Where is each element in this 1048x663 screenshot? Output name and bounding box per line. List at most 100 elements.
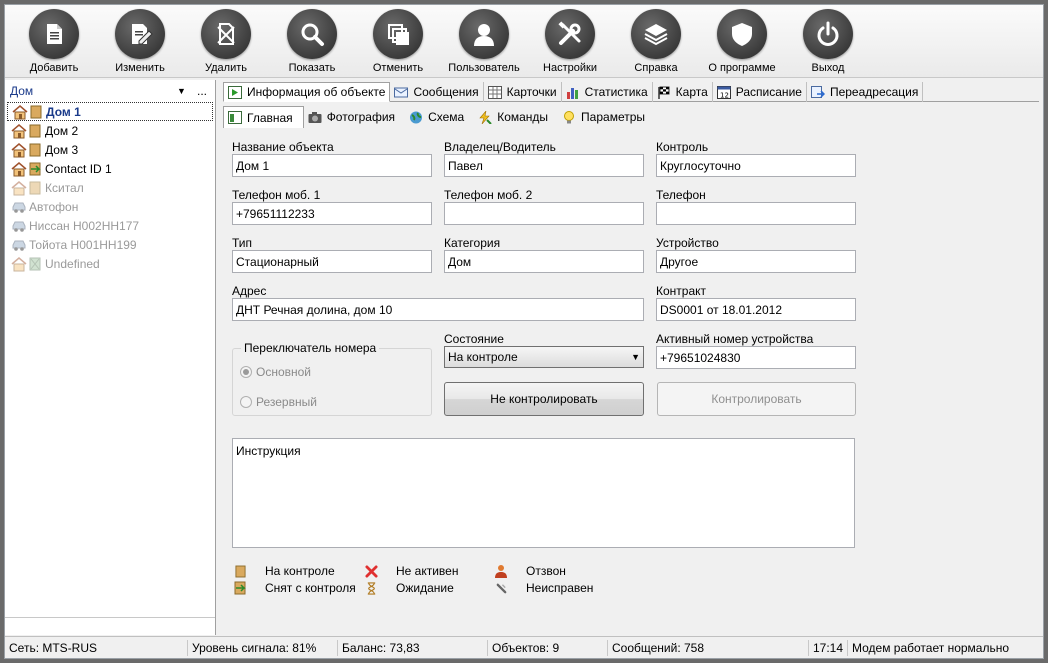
radio-dot-checked (240, 366, 252, 378)
layers-icon (631, 9, 681, 59)
tree-item[interactable]: Undefined (7, 254, 213, 273)
tab-statistics[interactable]: Статистика (562, 82, 653, 102)
globe-icon (410, 111, 423, 123)
tab-label: Карта (675, 85, 708, 99)
subtab-label: Команды (497, 110, 549, 124)
table-icon (487, 85, 502, 99)
mobile2-field[interactable] (444, 202, 644, 225)
about-button-label: О программе (708, 62, 776, 74)
phone-field[interactable] (656, 202, 856, 225)
radio-reserve[interactable]: Резервный (240, 395, 317, 409)
subtab-main[interactable]: Главная (223, 106, 304, 128)
house-icon (11, 123, 27, 139)
subtab-parameters[interactable]: Параметры (558, 106, 655, 128)
search-icon (287, 9, 337, 59)
info-icon (228, 85, 242, 99)
copy-icon (373, 9, 423, 59)
tree-item[interactable]: Тойота Н001НН199 (7, 235, 213, 254)
object-name-label: Название объекта (232, 140, 334, 154)
delete-button[interactable]: Удалить (183, 9, 269, 77)
subtab-scheme[interactable]: Схема (405, 106, 474, 128)
tab-map[interactable]: Карта (653, 82, 713, 102)
add-button[interactable]: Добавить (11, 9, 97, 77)
about-button[interactable]: О программе (699, 9, 785, 77)
object-name-field[interactable]: Дом 1 (232, 154, 432, 177)
address-field[interactable]: ДНТ Речная долина, дом 10 (232, 298, 644, 321)
help-button[interactable]: Справка (613, 9, 699, 77)
cancel-button-label: Отменить (372, 62, 424, 74)
legend-item: Ожидание (364, 581, 454, 595)
tree-item[interactable]: Ниссан Н002НН177 (7, 216, 213, 235)
show-button[interactable]: Показать (269, 9, 355, 77)
shield-icon (717, 9, 767, 59)
add-button-label: Добавить (29, 62, 79, 74)
mobile1-field[interactable]: +79651112233 (232, 202, 432, 225)
subtab-label: Схема (428, 110, 465, 124)
subtab-commands[interactable]: Команды (474, 106, 558, 128)
user-button[interactable]: Пользователь (441, 9, 527, 77)
door-icon (233, 564, 247, 578)
red-x-icon (364, 564, 378, 578)
owner-field[interactable]: Павел (444, 154, 644, 177)
edit-icon (115, 9, 165, 59)
door-icon (29, 181, 41, 195)
address-label: Адрес (232, 284, 267, 298)
edit-button[interactable]: Изменить (97, 9, 183, 77)
tab-object-info[interactable]: Информация об объекте (223, 82, 391, 102)
subtab-label: Главная (247, 110, 293, 125)
uncontrol-button[interactable]: Не контролировать (444, 382, 644, 416)
active-number-field[interactable]: +79651024830 (656, 346, 856, 369)
subtab-photo[interactable]: Фотография (304, 106, 405, 128)
tab-label: Статистика (584, 85, 648, 99)
tree-item[interactable]: Автофон (7, 197, 213, 216)
door-open-icon (233, 581, 247, 595)
control-label: Контроль (656, 140, 709, 154)
status-messages: Сообщений: 758 (607, 640, 704, 656)
object-form: Название объекта Дом 1 Владелец/Водитель… (223, 130, 1039, 630)
contract-field[interactable]: DS0001 от 18.01.2012 (656, 298, 856, 321)
tab-messages[interactable]: Сообщения (390, 82, 484, 102)
unknown-device-icon (29, 257, 41, 271)
tree-item[interactable]: Дом 2 (7, 121, 213, 140)
object-filter-combo[interactable]: Дом ▼ ... (7, 82, 213, 100)
chevron-down-icon: ▼ (631, 352, 640, 362)
tree-item-label: Undefined (45, 256, 100, 271)
cancel-button[interactable]: Отменить (355, 9, 441, 77)
status-balance: Баланс: 73,83 (337, 640, 420, 656)
status-signal: Уровень сигнала: 81% (187, 640, 316, 656)
control-button[interactable]: Контролировать (657, 382, 856, 416)
device-field[interactable]: Другое (656, 250, 856, 273)
door-icon (29, 124, 41, 138)
car-icon (11, 218, 27, 234)
bar-chart-icon (566, 87, 578, 99)
tab-forwarding[interactable]: Переадресация (807, 82, 924, 102)
tree-item-label: Дом 2 (45, 123, 79, 138)
more-button[interactable]: ... (191, 84, 213, 98)
instruction-textarea[interactable]: Инструкция (232, 438, 855, 548)
show-button-label: Показать (288, 62, 336, 74)
tree-item[interactable]: Кситал (7, 178, 213, 197)
radio-main[interactable]: Основной (240, 365, 311, 379)
object-tree: Дом 1 Дом 2 Дом 3 Contact ID 1 Кситал Ав… (7, 102, 213, 273)
envelope-icon (394, 87, 409, 97)
state-select[interactable]: На контроле ▼ (444, 346, 644, 368)
category-field[interactable]: Дом (444, 250, 644, 273)
contract-label: Контракт (656, 284, 707, 298)
exit-button[interactable]: Выход (785, 9, 871, 77)
tree-item-label: Дом 1 (46, 104, 81, 119)
settings-button[interactable]: Настройки (527, 9, 613, 77)
tree-item[interactable]: Дом 3 (7, 140, 213, 159)
tree-item[interactable]: Contact ID 1 (7, 159, 213, 178)
type-field[interactable]: Стационарный (232, 250, 432, 273)
chevron-down-icon[interactable]: ▼ (177, 86, 191, 96)
tab-schedule[interactable]: 12 Расписание (713, 82, 807, 102)
status-modem: Модем работает нормально (847, 640, 1009, 656)
forward-icon (810, 85, 825, 98)
radio-dot-unchecked (240, 396, 252, 408)
edit-button-label: Изменить (115, 62, 165, 74)
tree-item[interactable]: Дом 1 (7, 102, 213, 121)
power-icon (803, 9, 853, 59)
control-field[interactable]: Круглосуточно (656, 154, 856, 177)
category-label: Категория (444, 236, 501, 250)
tab-cards[interactable]: Карточки (484, 82, 562, 102)
